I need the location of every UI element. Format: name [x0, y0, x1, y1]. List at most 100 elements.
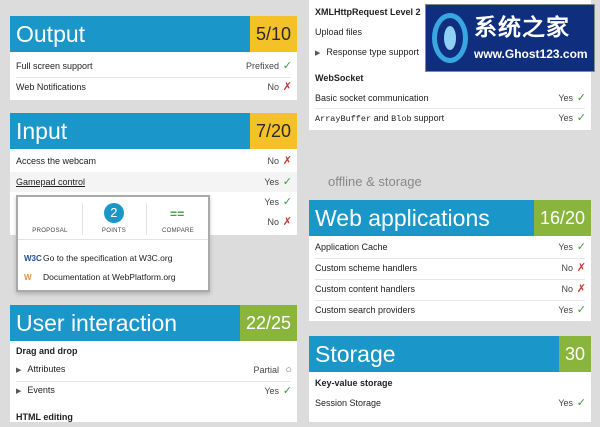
web-applications-title: Web applications: [315, 205, 490, 231]
w3c-icon: W3C: [24, 254, 42, 263]
feature-label: ArrayBuffer and Blob support: [315, 112, 445, 124]
check-icon: ✓: [282, 196, 292, 208]
partial-circle-icon: ○: [285, 364, 292, 376]
feature-label: Web Notifications: [16, 82, 86, 92]
points-badge: 2: [104, 203, 124, 223]
logo-text: 系统之家: [474, 14, 570, 40]
feature-row[interactable]: Web Notifications No ✗: [10, 77, 297, 97]
feature-label: Response type support: [315, 42, 419, 64]
tab-compare-label: COMPARE: [162, 228, 194, 234]
feature-row[interactable]: Access the webcam No ✗: [10, 151, 297, 171]
output-card: Output 5/10 Full screen support Prefixed…: [10, 16, 297, 100]
feature-label: Attributes: [16, 359, 65, 381]
storage-card: Storage 30 Key-value storage Session Sto…: [309, 336, 591, 422]
cross-icon: ✗: [282, 216, 292, 228]
web-applications-score: 16/20: [533, 200, 591, 236]
feature-value: Prefixed: [245, 61, 279, 71]
feature-label: Full screen support: [16, 61, 93, 71]
feature-label: Custom scheme handlers: [315, 263, 418, 273]
web-applications-header: Web applications 16/20: [309, 200, 591, 236]
check-icon: ✓: [282, 60, 292, 72]
feature-value: No: [561, 263, 573, 273]
feature-row[interactable]: ArrayBuffer and Blob support Yes ✓: [309, 108, 591, 128]
web-applications-card: Web applications 16/20 Application Cache…: [309, 200, 591, 321]
feature-row[interactable]: Full screen support Prefixed ✓: [10, 56, 297, 76]
feature-row[interactable]: Application Cache Yes ✓: [309, 237, 591, 257]
feature-value: Yes: [264, 197, 279, 207]
html-editing-heading: HTML editing: [16, 412, 73, 422]
webplatform-doc-link[interactable]: W Documentation at WebPlatform.org: [24, 270, 176, 284]
check-icon: ✓: [576, 92, 586, 104]
wp-link-text: Documentation at WebPlatform.org: [43, 272, 176, 282]
feature-row[interactable]: Basic socket communication Yes ✓: [309, 88, 591, 108]
feature-label: Custom search providers: [315, 305, 416, 315]
input-title: Input: [16, 118, 68, 144]
section-heading: Drag and drop: [10, 341, 297, 361]
feature-label: Upload files: [315, 27, 363, 37]
feature-value: Yes: [558, 113, 573, 123]
feature-row[interactable]: Custom content handlers No ✗: [309, 279, 591, 299]
feature-row[interactable]: Session Storage Yes ✓: [309, 393, 591, 413]
feature-value: Yes: [264, 177, 279, 187]
section-heading: HTML editing: [10, 407, 297, 427]
feature-value: Partial: [253, 365, 279, 375]
input-header: Input 7/20: [10, 113, 297, 149]
feature-value: Yes: [558, 242, 573, 252]
tab-proposal-label: PROPOSAL: [32, 228, 68, 234]
feature-row[interactable]: Custom search providers Yes ✓: [309, 300, 591, 320]
feature-label: Events: [16, 380, 55, 402]
webplatform-icon: W: [24, 273, 32, 282]
feature-row[interactable]: Attributes Partial ○: [10, 360, 297, 380]
check-icon: ✓: [576, 112, 586, 124]
output-header: Output 5/10: [10, 16, 297, 52]
arraybuffer-code: ArrayBuffer: [315, 113, 372, 124]
feature-label: Session Storage: [315, 398, 382, 408]
key-value-heading: Key-value storage: [315, 378, 393, 388]
feature-label: Custom content handlers: [315, 284, 416, 294]
blob-code: Blob: [391, 113, 412, 124]
check-icon: ✓: [576, 241, 586, 253]
tab-proposal[interactable]: PROPOSAL: [18, 197, 82, 239]
feature-label: Basic socket communication: [315, 93, 429, 103]
xhr-heading: XMLHttpRequest Level 2: [315, 7, 421, 17]
feature-row[interactable]: Custom scheme handlers No ✗: [309, 258, 591, 278]
site-logo: 系统之家 www.Ghost123.com: [425, 4, 595, 72]
check-icon: ✓: [282, 385, 292, 397]
feature-value: Yes: [558, 93, 573, 103]
storage-title: Storage: [315, 341, 396, 367]
cross-icon: ✗: [576, 283, 586, 295]
logo-url: www.Ghost123.com: [474, 47, 588, 61]
user-interaction-score: 22/25: [239, 305, 297, 341]
input-score: 7/20: [249, 113, 297, 149]
feature-row-gamepad[interactable]: Gamepad control Yes ✓: [10, 172, 297, 192]
feature-value: No: [267, 217, 279, 227]
check-icon: ✓: [576, 397, 586, 409]
gamepad-link[interactable]: Gamepad control: [16, 172, 85, 192]
tab-points[interactable]: 2 POINTS: [82, 197, 146, 239]
websocket-heading: WebSocket: [315, 73, 364, 83]
feature-value: No: [267, 156, 279, 166]
user-interaction-title: User interaction: [16, 310, 178, 336]
output-score: 5/10: [249, 16, 297, 52]
storage-header: Storage 30: [309, 336, 591, 372]
w3c-spec-link[interactable]: W3CGo to the specification at W3C.org: [24, 251, 172, 265]
check-icon: ✓: [282, 176, 292, 188]
cross-icon: ✗: [282, 155, 292, 167]
tab-compare[interactable]: == COMPARE: [146, 197, 210, 239]
w3c-link-text: Go to the specification at W3C.org: [43, 253, 173, 263]
logo-mark-icon: [432, 13, 468, 63]
feature-label: Application Cache: [315, 242, 388, 252]
tab-points-label: POINTS: [101, 228, 127, 234]
cross-icon: ✗: [576, 262, 586, 274]
feature-value: Yes: [558, 398, 573, 408]
feature-label: Access the webcam: [16, 156, 97, 166]
compare-icon: ==: [170, 207, 185, 221]
user-interaction-card: User interaction 22/25 Drag and drop Att…: [10, 305, 297, 422]
storage-score: 30: [558, 336, 591, 372]
section-heading: Key-value storage: [309, 373, 591, 393]
drag-and-drop-heading: Drag and drop: [16, 346, 78, 356]
feature-row[interactable]: Events Yes ✓: [10, 381, 297, 401]
user-interaction-header: User interaction 22/25: [10, 305, 297, 341]
feature-value: No: [267, 82, 279, 92]
popup-tabs: PROPOSAL 2 POINTS == COMPARE: [18, 197, 208, 240]
